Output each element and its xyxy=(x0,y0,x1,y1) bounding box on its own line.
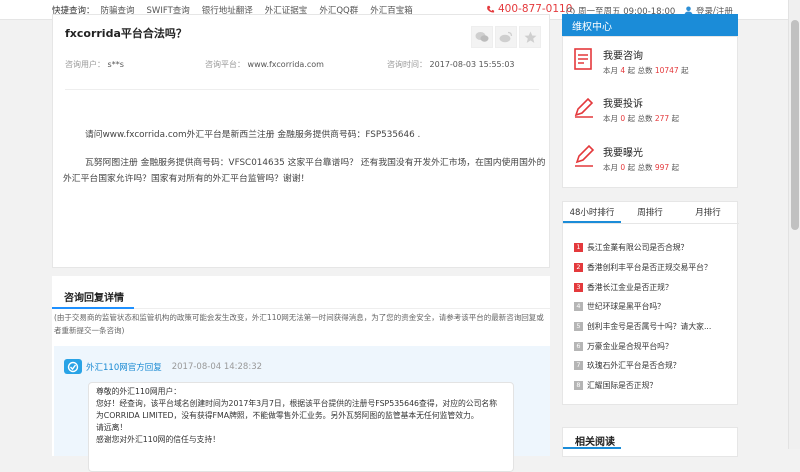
rights-center-box: 我要咨询 本月 4 起 总数 10747 起 我要投诉 本月 0 起 总数 27… xyxy=(562,36,738,188)
reply-line: 您好！经查询，该平台域名创建时间为2017年3月7日，根据该平台提供的注册号FS… xyxy=(96,399,497,408)
star-icon xyxy=(524,31,536,43)
complaint-entry-title: 我要投诉 xyxy=(603,99,643,110)
consult-doc-icon xyxy=(574,48,592,70)
reply-section: 咨询回复详情 (由于交易商的监管状态和监管机构的政策可能会发生改变，外汇110网… xyxy=(52,276,550,472)
consult-user-label: 咨询用户： xyxy=(65,60,105,69)
consult-entry[interactable]: 我要咨询 本月 4 起 总数 10747 起 xyxy=(573,47,689,76)
ranking-item[interactable]: 1 長江金業有限公司是否合規？ xyxy=(574,238,734,258)
question-body: 请问www.fxcorrida.com外汇平台是新西兰注册 金融服务提供商号码：… xyxy=(63,127,549,199)
reply-time: 2017-08-04 14:28:32 xyxy=(171,361,263,372)
consult-time: 咨询时间： 2017-08-03 15:55:03 xyxy=(387,59,515,70)
share-buttons xyxy=(469,26,541,48)
tab-month[interactable]: 月排行 xyxy=(679,202,737,223)
reply-header: 外汇110网官方回复 2017-08-04 14:28:32 xyxy=(64,359,262,374)
question-card: fxcorrida平台合法吗？ 咨询用户： s**s 咨询平台： www.fxc… xyxy=(52,14,550,268)
wechat-icon xyxy=(475,32,489,42)
meta-divider xyxy=(65,89,539,90)
ranking-box: 48小时排行 周排行 月排行 1 長江金業有限公司是否合規？ 2 香港创利丰平台是否… xyxy=(562,201,739,405)
exposure-entry-stats: 本月 0 起 总数 997 起 xyxy=(603,163,680,172)
consult-entry-title: 我要咨询 xyxy=(603,51,643,62)
ranking-item[interactable]: 8 汇耀国际是否正规？ xyxy=(574,376,734,396)
reply-line: 请远离！ xyxy=(96,423,128,432)
scrollbar-thumb[interactable] xyxy=(791,20,799,230)
question-paragraph: 请问www.fxcorrida.com外汇平台是新西兰注册 金融服务提供商号码：… xyxy=(85,130,421,140)
related-reading: 相关阅读 xyxy=(562,427,738,457)
ranking-item[interactable]: 5 创利丰金号是否属号十吗？请大家... xyxy=(574,317,734,337)
question-paragraph: 瓦努阿图注册 金融服务提供商号码：VFSC014635 这家平台靠谱吗？ 还有我… xyxy=(63,158,546,184)
reply-title-accent xyxy=(52,307,134,309)
complaint-month-count: 0 xyxy=(620,114,626,123)
consult-platform-label: 咨询平台： xyxy=(205,60,245,69)
rights-center-header: 维权中心 xyxy=(562,14,738,36)
consult-entry-stats: 本月 4 起 总数 10747 起 xyxy=(603,66,689,75)
exposure-entry[interactable]: 我要曝光 本月 0 起 总数 997 起 xyxy=(573,144,679,173)
ranking-list: 1 長江金業有限公司是否合規？ 2 香港创利丰平台是否正规交易平台？ 3 香港长江金业… xyxy=(574,238,734,396)
complaint-entry[interactable]: 我要投诉 本月 0 起 总数 277 起 xyxy=(573,95,679,124)
question-title: fxcorrida平台合法吗？ xyxy=(65,27,187,40)
weibo-share-button[interactable] xyxy=(495,26,517,48)
official-logo-icon xyxy=(64,359,82,374)
consult-time-label: 咨询时间： xyxy=(387,60,427,69)
consult-time-value: 2017-08-03 15:55:03 xyxy=(429,60,515,69)
related-reading-title: 相关阅读 xyxy=(575,437,615,448)
ranking-item[interactable]: 6 万豪金业是合规平台吗？ xyxy=(574,336,734,356)
ranking-item[interactable]: 4 世纪环球是黑平台吗？ xyxy=(574,297,734,317)
exposure-total-count: 997 xyxy=(654,163,670,172)
scrollbar[interactable] xyxy=(788,0,800,449)
consult-user: 咨询用户： s**s xyxy=(65,59,124,70)
phone-icon xyxy=(487,5,495,12)
consult-total-count: 10747 xyxy=(654,66,679,75)
wechat-share-button[interactable] xyxy=(471,26,493,48)
reply-section-title: 咨询回复详情 xyxy=(64,293,124,304)
tab-48h[interactable]: 48小时排行 xyxy=(563,202,621,223)
exposure-entry-title: 我要曝光 xyxy=(603,148,643,159)
exposure-month-count: 0 xyxy=(620,163,626,172)
reply-line: 感谢您对外汇110网的信任与支持！ xyxy=(96,435,221,444)
favorite-button[interactable] xyxy=(519,26,541,48)
weibo-icon xyxy=(499,31,513,43)
ranking-item[interactable]: 2 香港创利丰平台是否正规交易平台？ xyxy=(574,258,734,278)
reply-author: 外汇110网官方回复 xyxy=(86,362,162,373)
reply-box: 外汇110网官方回复 2017-08-04 14:28:32 尊敬的外汇110网… xyxy=(54,346,550,472)
reply-line: 尊敬的外汇110网用户： xyxy=(96,387,182,396)
consult-month-count: 4 xyxy=(620,66,626,75)
ranking-item[interactable]: 3 香港长江金业是否正规？ xyxy=(574,277,734,297)
consult-platform-value: www.fxcorrida.com xyxy=(247,60,324,69)
reply-note: (由于交易商的监管状态和监管机构的政策可能会发生改变，外汇110网无法第一时间获… xyxy=(54,313,544,335)
reply-bubble: 尊敬的外汇110网用户： 您好！经查询，该平台域名创建时间为2017年3月7日，… xyxy=(88,382,514,472)
ranking-tabs: 48小时排行 周排行 月排行 xyxy=(563,202,739,224)
complaint-total-count: 277 xyxy=(654,114,670,123)
complaint-entry-stats: 本月 0 起 总数 277 起 xyxy=(603,114,680,123)
consult-user-value: s**s xyxy=(107,60,124,69)
consult-platform: 咨询平台： www.fxcorrida.com xyxy=(205,59,324,70)
reply-line: 为CORRIDA LIMITED，没有获得FMA牌照，不能做零售外汇业务。另外瓦… xyxy=(96,411,479,420)
tab-week[interactable]: 周排行 xyxy=(621,202,679,223)
exposure-pen-icon xyxy=(575,144,595,167)
ranking-item[interactable]: 7 玖瑰石外汇平台是否合规？ xyxy=(574,356,734,376)
complaint-pen-icon xyxy=(574,97,594,118)
